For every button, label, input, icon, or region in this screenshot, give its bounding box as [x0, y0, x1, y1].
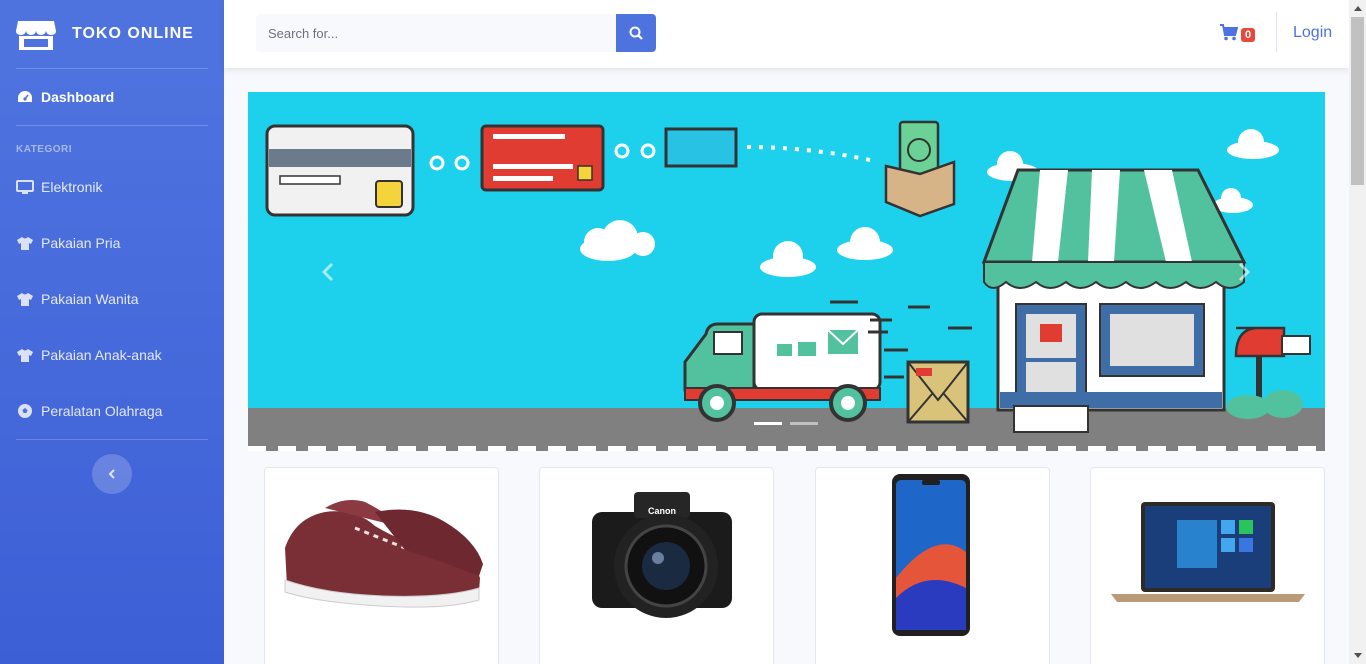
carousel-indicator[interactable] — [754, 422, 782, 425]
search-button[interactable] — [616, 14, 656, 52]
football-icon — [16, 403, 34, 419]
sidebar-item-pakaian-pria[interactable]: Pakaian Pria — [0, 215, 224, 271]
product-card[interactable] — [1090, 467, 1325, 664]
sidebar-item-label: Pakaian Anak-anak — [41, 347, 162, 363]
cart-button[interactable]: 0 — [1220, 22, 1256, 42]
laptop-icon — [1111, 502, 1305, 602]
desktop-icon — [16, 179, 34, 195]
brand-name: TOKO ONLINE — [72, 25, 194, 42]
sidebar-item-elektronik[interactable]: Elektronik — [0, 159, 224, 215]
scroll-thumb[interactable] — [1351, 17, 1364, 185]
sidebar-divider — [16, 439, 208, 440]
sidebar-item-dashboard[interactable]: Dashboard — [0, 69, 224, 125]
search-bar — [256, 14, 656, 52]
sidebar-item-peralatan-olahraga[interactable]: Peralatan Olahraga — [0, 383, 224, 439]
sidebar-item-label: Peralatan Olahraga — [41, 403, 163, 419]
carousel-prev-button[interactable] — [308, 252, 348, 292]
sidebar-toggle-button[interactable] — [92, 454, 132, 494]
product-card[interactable]: Canon — [539, 467, 774, 664]
banner-carousel — [248, 92, 1325, 451]
search-input[interactable] — [256, 14, 616, 52]
product-card[interactable] — [264, 467, 499, 664]
carousel-indicator[interactable] — [790, 422, 818, 425]
login-link[interactable]: Login — [1293, 24, 1332, 42]
sidebar-item-label: Elektronik — [41, 179, 103, 195]
sidebar-item-pakaian-wanita[interactable]: Pakaian Wanita — [0, 271, 224, 327]
sidebar-item-label: Dashboard — [41, 89, 115, 105]
sidebar-heading: KATEGORI — [16, 144, 73, 155]
tshirt-icon — [16, 347, 34, 363]
tshirt-icon — [16, 235, 34, 251]
chevron-left-icon — [108, 469, 115, 479]
chevron-left-icon — [321, 262, 334, 282]
sidebar-item-label: Pakaian Pria — [41, 235, 121, 251]
tshirt-icon — [16, 291, 34, 307]
dashboard-icon — [16, 89, 34, 105]
online-shop-banner-illustration — [248, 120, 1325, 451]
search-icon — [629, 26, 643, 40]
carousel-indicators — [754, 422, 818, 425]
shoe-icon — [284, 500, 483, 608]
brand[interactable]: TOKO ONLINE — [0, 0, 224, 68]
shopping-cart-icon — [1220, 23, 1238, 40]
sidebar-item-pakaian-anak-anak[interactable]: Pakaian Anak-anak — [0, 327, 224, 383]
sidebar: TOKO ONLINE Dashboard KATEGORI Elektroni… — [0, 0, 224, 664]
topbar-divider — [1276, 12, 1277, 52]
carousel-next-button[interactable] — [1224, 252, 1264, 292]
topbar: 0 Login — [224, 0, 1349, 68]
cart-count-badge: 0 — [1241, 28, 1256, 42]
chevron-right-icon — [1238, 262, 1251, 282]
product-card[interactable] — [815, 467, 1050, 664]
page-scrollbar[interactable] — [1349, 0, 1366, 664]
scroll-up-arrow-icon[interactable] — [1349, 0, 1366, 17]
phone-icon — [892, 474, 970, 636]
sidebar-item-label: Pakaian Wanita — [41, 291, 139, 307]
camera-icon: Canon — [592, 492, 732, 618]
scroll-down-arrow-icon[interactable] — [1349, 647, 1366, 664]
store-icon — [16, 21, 56, 50]
